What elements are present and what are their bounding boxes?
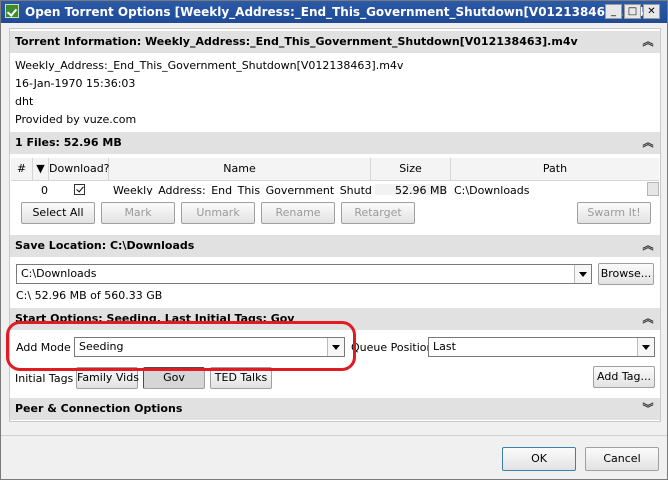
rename-button[interactable]: Rename [261, 202, 335, 224]
column-download[interactable]: Download? [49, 158, 110, 180]
torrent-date: 16-Jan-1970 15:36:03 [15, 77, 136, 90]
cancel-button[interactable]: Cancel [585, 447, 659, 471]
initial-tags-label: Initial Tags [15, 372, 74, 385]
collapse-icon[interactable]: ︽ [642, 132, 654, 154]
torrent-info-title: Torrent Information: Weekly_Address:_End… [15, 35, 578, 48]
column-size[interactable]: Size [371, 158, 451, 180]
dropdown-arrow-icon[interactable] [637, 338, 654, 356]
queue-position-label: Queue Position [351, 341, 434, 354]
column-index[interactable]: # [11, 158, 33, 180]
column-name[interactable]: Name [109, 158, 371, 180]
minimize-button[interactable]: _ [605, 4, 622, 19]
files-title: 1 Files: 52.96 MB [15, 136, 122, 149]
download-checkbox[interactable] [74, 184, 85, 195]
column-path[interactable]: Path [451, 158, 659, 180]
row-index: 0 [41, 184, 48, 195]
window-title: Open Torrent Options [Weekly_Address:_En… [25, 5, 658, 19]
title-bar[interactable]: Open Torrent Options [Weekly_Address:_En… [1, 1, 667, 23]
torrent-source: dht [15, 95, 34, 108]
disk-space-text: C:\ 52.96 MB of 560.33 GB [16, 289, 163, 302]
collapse-icon[interactable]: ︽ [642, 31, 654, 53]
maximize-button[interactable]: □ [624, 4, 641, 19]
dropdown-arrow-icon[interactable] [574, 265, 591, 283]
expand-icon[interactable]: ︾ [642, 398, 654, 420]
queue-position-value: Last [433, 340, 456, 353]
collapse-icon[interactable]: ︽ [642, 308, 654, 330]
files-table-header: # ▼ Download? Name Size Path [11, 158, 659, 181]
peer-options-title: Peer & Connection Options [15, 402, 183, 415]
row-name: Weekly_Address:_End_This_Government_Shut… [113, 184, 372, 195]
annotation-highlight [6, 321, 356, 371]
mark-button[interactable]: Mark [101, 202, 175, 224]
torrent-provider: Provided by vuze.com [15, 113, 137, 126]
app-icon [5, 4, 19, 18]
retarget-button[interactable]: Retarget [341, 202, 415, 224]
select-all-button[interactable]: Select All [21, 202, 95, 224]
table-scrollbar[interactable] [647, 182, 659, 196]
torrent-info-header[interactable]: Torrent Information: Weekly_Address:_End… [10, 31, 660, 53]
torrent-name: Weekly_Address:_End_This_Government_Shut… [15, 59, 404, 72]
close-button[interactable]: ✕ [643, 4, 660, 19]
add-tag-button[interactable]: Add Tag... [593, 366, 655, 388]
row-path: C:\Downloads [454, 184, 530, 195]
save-location-value: C:\Downloads [21, 267, 97, 280]
files-header[interactable]: 1 Files: 52.96 MB ︽ [10, 132, 660, 154]
dialog-window: Open Torrent Options [Weekly_Address:_En… [0, 0, 668, 480]
save-location-title: Save Location: C:\Downloads [15, 239, 195, 252]
swarm-it-button[interactable]: Swarm It! [577, 202, 651, 224]
sort-down-icon[interactable]: ▼ [33, 158, 49, 180]
queue-position-select[interactable]: Last [428, 337, 655, 357]
peer-options-header[interactable]: Peer & Connection Options ︾ [10, 398, 660, 420]
browse-button[interactable]: Browse... [598, 263, 654, 285]
collapse-icon[interactable]: ︽ [642, 235, 654, 257]
footer-divider [1, 435, 667, 436]
ok-button[interactable]: OK [502, 447, 576, 471]
save-location-header[interactable]: Save Location: C:\Downloads ︽ [10, 235, 660, 257]
table-row[interactable]: 0 Weekly_Address:_End_This_Government_Sh… [11, 181, 647, 195]
row-size: 52.96 MB [375, 184, 447, 195]
unmark-button[interactable]: Unmark [181, 202, 255, 224]
save-location-combo[interactable]: C:\Downloads [16, 264, 592, 284]
